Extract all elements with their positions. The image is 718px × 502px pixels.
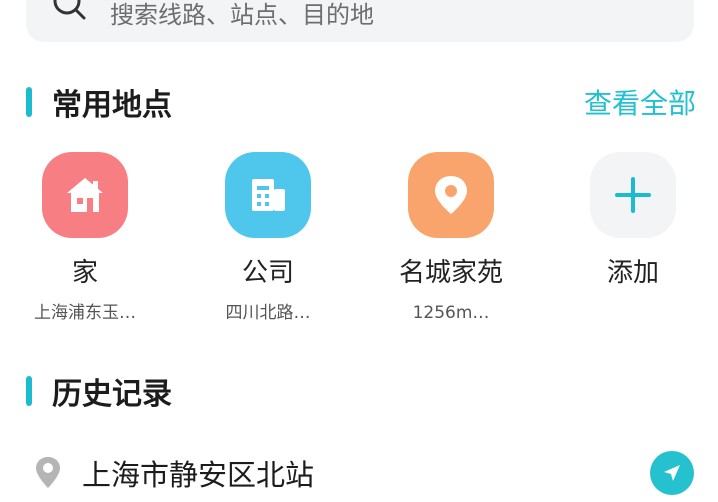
search-icon [53,0,86,20]
navigate-arrow-icon [664,465,680,481]
section-accent-bar [26,87,32,117]
navigate-button[interactable] [650,451,694,495]
company-tile [225,152,311,238]
place-label: 名城家苑 [398,258,503,288]
home-tile [42,152,128,238]
section-accent-bar [26,376,32,406]
place-label: 添加 [606,258,659,288]
history-item-text: 上海市静安区北站 [82,458,315,492]
mingcheng-tile [408,152,494,238]
favorites-header: 常用地点 查看全部 [26,82,696,123]
favorite-places: 家 上海浦东玉… 公司 四川北路… 名城家苑 1256m… 添加 [0,152,718,332]
place-home[interactable]: 家 上海浦东玉… [0,152,170,332]
history-title: 历史记录 [52,377,172,412]
search-input[interactable] [110,0,610,35]
history-header: 历史记录 [26,371,696,412]
place-mingcheng[interactable]: 名城家苑 1256m… [366,152,536,332]
plus-icon [615,177,651,213]
place-add[interactable]: 添加 [548,152,718,332]
place-label: 公司 [241,258,294,288]
place-address: 四川北路… [225,303,311,323]
location-pin-icon [36,457,60,488]
place-company[interactable]: 公司 四川北路… [183,152,353,332]
favorites-title: 常用地点 [52,88,172,123]
add-tile [590,152,676,238]
search-bar[interactable] [26,0,694,42]
place-address: 上海浦东玉… [34,303,136,323]
view-all-link[interactable]: 查看全部 [584,82,696,122]
building-icon [252,179,285,211]
history-item[interactable]: 上海市静安区北站 [34,446,694,500]
place-address: 1256m… [412,303,490,323]
place-label: 家 [71,258,98,288]
location-pin-icon [435,176,467,214]
home-icon [67,178,103,212]
